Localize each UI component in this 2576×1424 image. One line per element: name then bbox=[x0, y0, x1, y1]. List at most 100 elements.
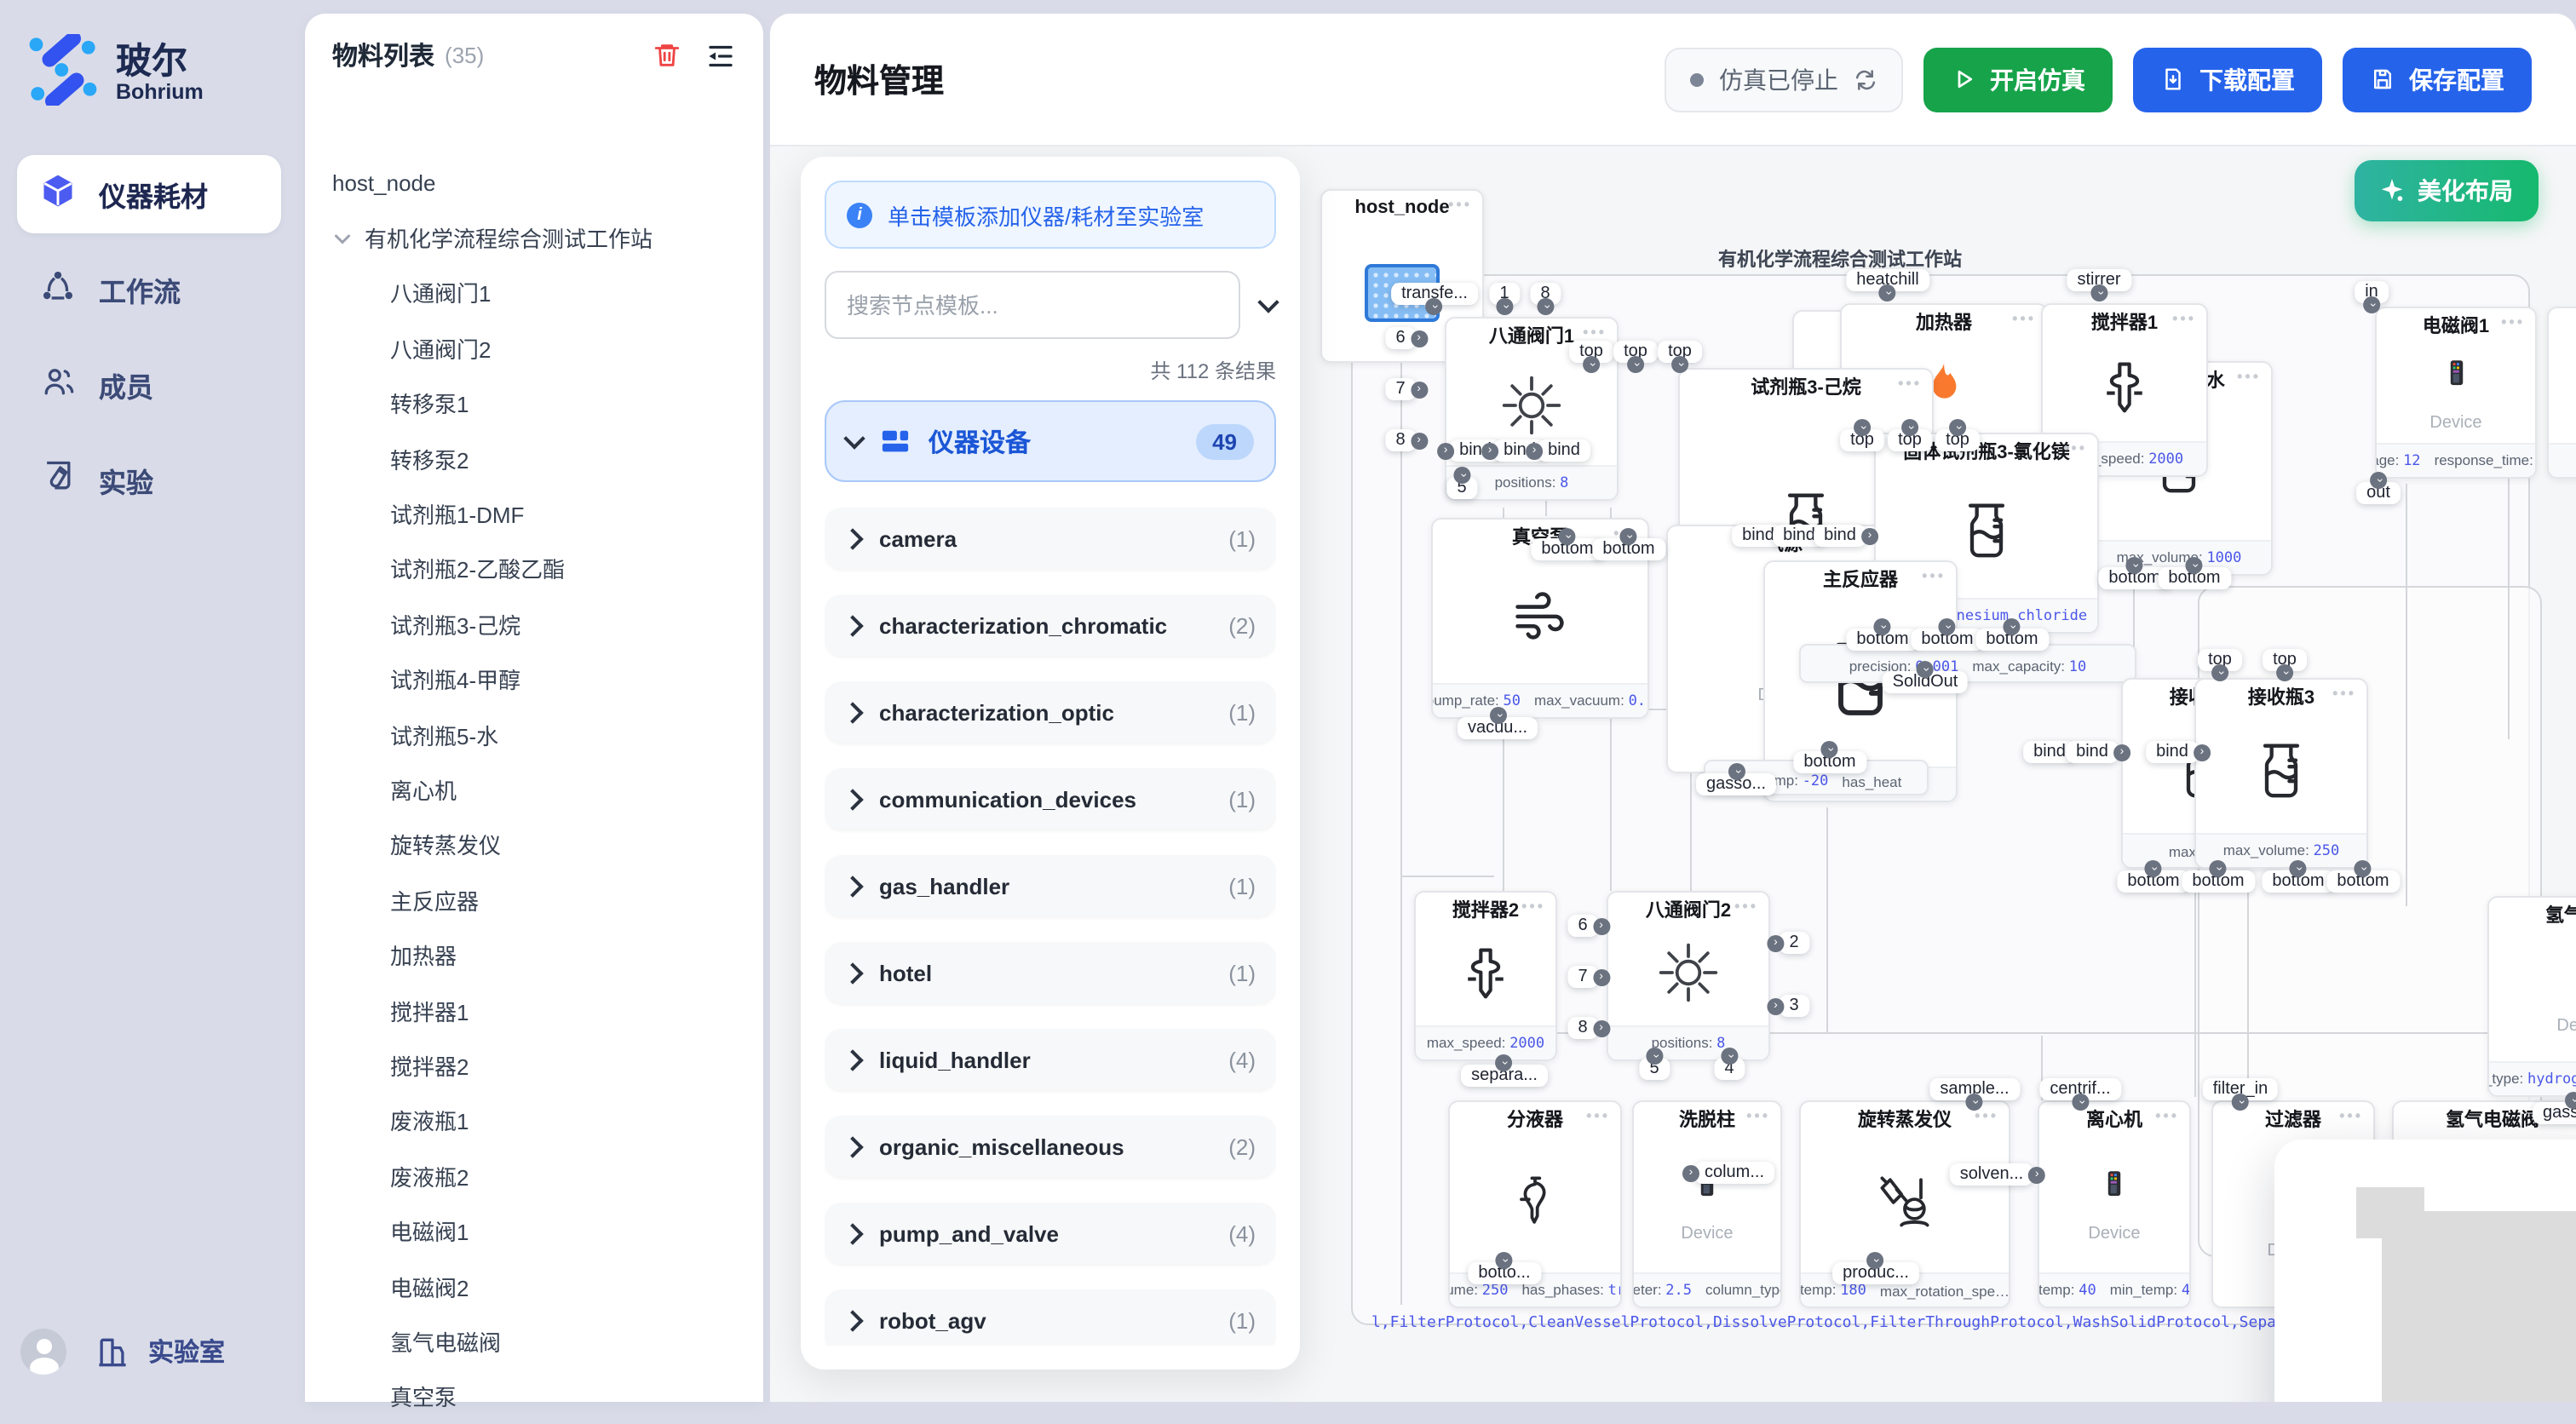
trash-icon[interactable] bbox=[653, 41, 681, 70]
port-label[interactable]: heatchill› bbox=[1846, 269, 1929, 291]
node-menu-icon[interactable]: ••• bbox=[1521, 898, 1545, 915]
tree-item[interactable]: 电磁阀2 bbox=[332, 1259, 736, 1314]
port-label[interactable]: 3› bbox=[1779, 995, 1808, 1017]
tree-item[interactable]: 废液瓶1 bbox=[332, 1093, 736, 1148]
node-menu-icon[interactable]: ••• bbox=[2332, 685, 2356, 702]
port-label[interactable]: 5› bbox=[1639, 1058, 1669, 1080]
port-label[interactable]: gasso...› bbox=[1696, 773, 1776, 795]
port-label[interactable]: top› bbox=[1935, 429, 1980, 451]
node-menu-icon[interactable]: ••• bbox=[1975, 1107, 1998, 1124]
port-label[interactable]: 5› bbox=[1446, 477, 1476, 499]
tree-item[interactable]: 八通阀门2 bbox=[332, 320, 736, 376]
port-label[interactable]: top› bbox=[1840, 429, 1884, 451]
start-simulation-button[interactable]: 开启仿真 bbox=[1923, 47, 2113, 112]
node-menu-icon[interactable]: ••• bbox=[2063, 439, 2087, 456]
tree-item[interactable]: 电磁阀1 bbox=[332, 1203, 736, 1259]
port-label[interactable]: colum...› bbox=[1694, 1162, 1774, 1184]
port-label[interactable]: separa...› bbox=[1461, 1065, 1548, 1087]
node-menu-icon[interactable]: ••• bbox=[1586, 1107, 1610, 1124]
tree-item[interactable]: 加热器 bbox=[332, 927, 736, 983]
port-label[interactable]: bind› bbox=[1538, 439, 1590, 462]
template-item-pump_and_valve[interactable]: pump_and_valve(4) bbox=[825, 1203, 1276, 1264]
port-label[interactable]: gasso...› bbox=[2533, 1102, 2576, 1124]
port-label[interactable]: bottom› bbox=[1592, 538, 1665, 560]
canvas-node-氢气气源[interactable]: 氢气气源•••Device_type: hydrogenmax_pre… bbox=[2487, 896, 2576, 1097]
tree-item[interactable]: 主反应器 bbox=[332, 872, 736, 927]
port-label[interactable]: top› bbox=[2263, 649, 2307, 671]
port-label[interactable]: bind› bbox=[2066, 741, 2119, 763]
beautify-layout-button[interactable]: 美化布局 bbox=[2355, 160, 2539, 221]
download-config-button[interactable]: 下载配置 bbox=[2133, 47, 2322, 112]
port-label[interactable]: 1› bbox=[1489, 283, 1519, 305]
search-input[interactable] bbox=[825, 271, 1240, 339]
tree-item[interactable]: 转移泵2 bbox=[332, 431, 736, 486]
sidebar-item-实验[interactable]: 实验 bbox=[17, 441, 281, 520]
collapse-list-icon[interactable] bbox=[705, 40, 736, 71]
node-menu-icon[interactable]: ••• bbox=[1583, 324, 1607, 341]
tree-item[interactable]: 试剂瓶3-己烷 bbox=[332, 596, 736, 652]
tree-item[interactable]: 试剂瓶2-乙酸乙酯 bbox=[332, 541, 736, 596]
canvas-node-搅拌器2[interactable]: 搅拌器2•••max_speed: 2000 bbox=[1414, 891, 1557, 1061]
canvas-node-接收瓶3[interactable]: 接收瓶3•••max_volume: 250 bbox=[2194, 678, 2368, 869]
tree-item[interactable]: 试剂瓶4-甲醇 bbox=[332, 652, 736, 707]
avatar[interactable] bbox=[20, 1329, 66, 1375]
port-label[interactable]: bottom› bbox=[1911, 629, 1983, 651]
port-label[interactable]: out› bbox=[2356, 482, 2401, 504]
refresh-icon[interactable] bbox=[1854, 67, 1877, 91]
canvas-node-电磁阀2[interactable]: 电磁阀2•••Devicevoltage: 12 bbox=[2547, 307, 2576, 479]
node-menu-icon[interactable]: ••• bbox=[1898, 375, 1922, 392]
node-menu-icon[interactable]: ••• bbox=[1746, 1107, 1770, 1124]
port-label[interactable]: bottom› bbox=[2182, 870, 2254, 893]
node-menu-icon[interactable]: ••• bbox=[2339, 1107, 2363, 1124]
sim-status-pill[interactable]: 仿真已停止 bbox=[1665, 47, 1903, 112]
port-label[interactable]: bottom› bbox=[2158, 567, 2230, 589]
tree-item[interactable]: 氢气电磁阀 bbox=[332, 1313, 736, 1369]
port-label[interactable]: solven...› bbox=[1950, 1163, 2034, 1186]
template-item-gas_handler[interactable]: gas_handler(1) bbox=[825, 855, 1276, 916]
tree-item[interactable]: 转移泵1 bbox=[332, 376, 736, 431]
tree-item[interactable]: 试剂瓶1-DMF bbox=[332, 486, 736, 542]
canvas[interactable]: i 单击模板添加仪器/耗材至实验室 共 112 条结果 仪器设备 49 came… bbox=[770, 145, 2576, 1402]
port-label[interactable]: top› bbox=[2198, 649, 2242, 671]
port-label[interactable]: botto...› bbox=[1468, 1262, 1540, 1284]
tree-item[interactable]: 试剂瓶5-水 bbox=[332, 707, 736, 762]
port-label[interactable]: bind› bbox=[1814, 525, 1866, 547]
template-item-hotel[interactable]: hotel(1) bbox=[825, 942, 1276, 1003]
port-label[interactable]: 8› bbox=[1385, 429, 1415, 451]
port-label[interactable]: 6› bbox=[1567, 915, 1597, 937]
port-label[interactable]: filter_in› bbox=[2203, 1078, 2279, 1100]
template-item-organic_miscellaneous[interactable]: organic_miscellaneous(2) bbox=[825, 1116, 1276, 1177]
port-label[interactable]: centrif...› bbox=[2039, 1078, 2120, 1100]
port-label[interactable]: top› bbox=[1569, 341, 1613, 363]
port-label[interactable]: stirrer› bbox=[2067, 269, 2130, 291]
port-label[interactable]: 7› bbox=[1567, 966, 1597, 988]
tree-item[interactable]: 八通阀门1 bbox=[332, 266, 736, 321]
port-label[interactable]: bottom› bbox=[1846, 629, 1918, 651]
template-item-characterization_chromatic[interactable]: characterization_chromatic(2) bbox=[825, 594, 1276, 656]
chevron-down-icon[interactable] bbox=[1257, 291, 1279, 313]
caret-down-icon[interactable] bbox=[332, 227, 353, 248]
tree-item[interactable]: 有机化学流程综合测试工作站 bbox=[332, 210, 736, 266]
node-menu-icon[interactable]: ••• bbox=[2237, 368, 2261, 385]
port-label[interactable]: bind› bbox=[2146, 741, 2199, 763]
canvas-node-洗脱柱[interactable]: 洗脱柱•••Devicediameter: 2.5column_type: si bbox=[1632, 1100, 1782, 1308]
port-label[interactable]: 8› bbox=[1567, 1017, 1597, 1039]
sidebar-item-仪器耗材[interactable]: 仪器耗材 bbox=[17, 155, 281, 233]
tree-item[interactable]: host_node bbox=[332, 155, 736, 210]
tree-item[interactable]: 真空泵 bbox=[332, 1369, 736, 1424]
template-item-robot_agv[interactable]: robot_agv(1) bbox=[825, 1289, 1276, 1346]
save-config-button[interactable]: 保存配置 bbox=[2343, 47, 2532, 112]
canvas-node-八通阀门2[interactable]: 八通阀门2•••positions: 8 bbox=[1607, 891, 1770, 1061]
port-label[interactable]: SolidOut› bbox=[1883, 671, 1969, 693]
canvas-node-离心机[interactable]: 离心机•••Devicetemp: 40min_temp: 4 bbox=[2038, 1100, 2191, 1308]
port-label[interactable]: top› bbox=[1613, 341, 1658, 363]
node-menu-icon[interactable]: ••• bbox=[2501, 313, 2525, 330]
node-menu-icon[interactable]: ••• bbox=[1922, 567, 1946, 584]
port-label[interactable]: top› bbox=[1888, 429, 1932, 451]
port-label[interactable]: 4› bbox=[1714, 1058, 1744, 1080]
sidebar-item-成员[interactable]: 成员 bbox=[17, 346, 281, 424]
template-item-liquid_handler[interactable]: liquid_handler(4) bbox=[825, 1029, 1276, 1090]
port-label[interactable]: produc...› bbox=[1832, 1262, 1919, 1284]
tree-item[interactable]: 离心机 bbox=[332, 762, 736, 818]
node-menu-icon[interactable]: ••• bbox=[2155, 1107, 2179, 1124]
